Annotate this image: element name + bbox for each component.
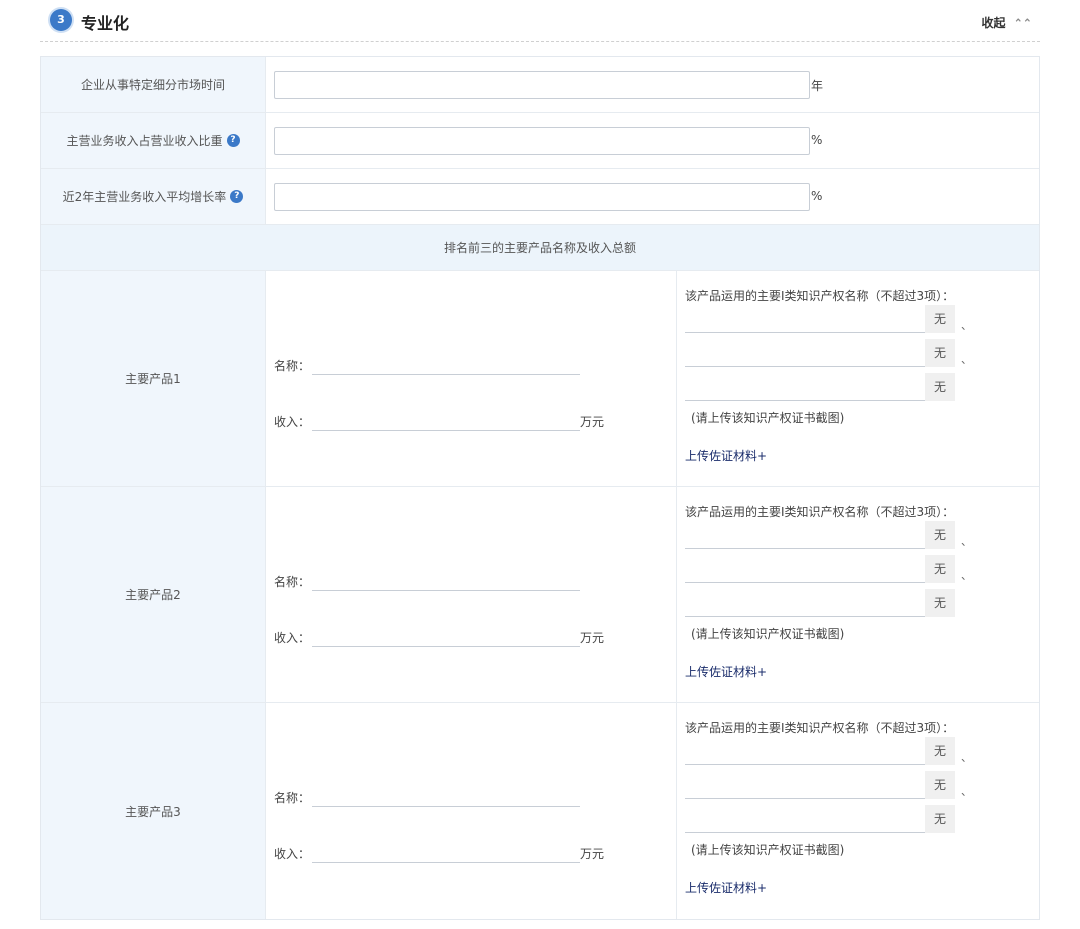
growth-rate-unit: % bbox=[811, 189, 823, 203]
main-revenue-ratio-unit: % bbox=[811, 133, 823, 147]
upload-evidence-link[interactable]: 上传佐证材料+ bbox=[685, 663, 767, 680]
upload-evidence-link[interactable]: 上传佐证材料+ bbox=[685, 447, 767, 464]
growth-rate-input[interactable] bbox=[274, 183, 810, 211]
products-heading: 排名前三的主要产品名称及收入总额 bbox=[443, 241, 636, 255]
product-name-input[interactable] bbox=[312, 573, 580, 591]
market-time-input[interactable] bbox=[274, 71, 810, 99]
product-revenue-input[interactable] bbox=[312, 845, 580, 863]
product-revenue-input[interactable] bbox=[312, 413, 580, 431]
product-row-1: 主要产品1 名称： 收入： 万元 该产品运用的主要I类知识产权名称（不超过3项）… bbox=[41, 271, 1039, 487]
product-name-label: 名称： bbox=[274, 575, 311, 589]
ip-separator: 、 bbox=[961, 319, 972, 332]
product-label: 主要产品2 bbox=[125, 588, 181, 602]
ip-upload-hint: (请上传该知识产权证书截图) bbox=[691, 843, 845, 857]
market-time-unit: 年 bbox=[811, 79, 824, 93]
product-name-label: 名称： bbox=[274, 359, 311, 373]
product-revenue-unit: 万元 bbox=[580, 415, 605, 429]
chevron-double-up-icon: ⌃⌃ bbox=[1013, 16, 1032, 31]
field-label-growth-rate: 近2年主营业务收入平均增长率 bbox=[62, 190, 227, 204]
none-button[interactable]: 无 bbox=[925, 737, 955, 765]
field-label-cell: 主营业务收入占营业收入比重 ? bbox=[41, 113, 266, 168]
product-name-input[interactable] bbox=[312, 789, 580, 807]
ip-title: 该产品运用的主要I类知识产权名称（不超过3项）： bbox=[685, 721, 955, 735]
products-heading-row: 排名前三的主要产品名称及收入总额 bbox=[41, 225, 1039, 271]
ip-upload-hint: (请上传该知识产权证书截图) bbox=[691, 411, 845, 425]
ip-name-input[interactable]: 无 、 bbox=[685, 555, 972, 583]
field-label-cell: 近2年主营业务收入平均增长率 ? bbox=[41, 169, 266, 224]
field-row-market-time: 企业从事特定细分市场时间 年 bbox=[41, 57, 1039, 113]
product-revenue-input[interactable] bbox=[312, 629, 580, 647]
product-revenue-unit: 万元 bbox=[580, 631, 605, 645]
product-name-input[interactable] bbox=[312, 357, 580, 375]
collapse-button[interactable]: 收起 ⌃⌃ bbox=[982, 14, 1032, 31]
product-revenue-label: 收入： bbox=[274, 847, 311, 861]
none-button[interactable]: 无 bbox=[925, 805, 955, 833]
product-ip-cell: 该产品运用的主要I类知识产权名称（不超过3项）： 无 、 无 、 无 (请上传该… bbox=[677, 487, 1039, 702]
field-input-cell: % bbox=[266, 169, 1039, 224]
field-label-market-time: 企业从事特定细分市场时间 bbox=[80, 78, 225, 92]
ip-name-input[interactable]: 无 、 bbox=[685, 305, 972, 333]
specialization-form-table: 企业从事特定细分市场时间 年 主营业务收入占营业收入比重 ? % 近2年主营业务… bbox=[40, 56, 1040, 920]
main-revenue-ratio-input[interactable] bbox=[274, 127, 810, 155]
ip-name-input[interactable]: 无 bbox=[685, 373, 955, 401]
none-button[interactable]: 无 bbox=[925, 339, 955, 367]
ip-separator: 、 bbox=[961, 785, 972, 798]
ip-separator: 、 bbox=[961, 353, 972, 366]
field-label-cell: 企业从事特定细分市场时间 bbox=[41, 57, 266, 112]
product-label-cell: 主要产品3 bbox=[41, 703, 266, 919]
none-button[interactable]: 无 bbox=[925, 305, 955, 333]
product-revenue-label: 收入： bbox=[274, 415, 311, 429]
ip-separator: 、 bbox=[961, 751, 972, 764]
none-button[interactable]: 无 bbox=[925, 373, 955, 401]
ip-name-input[interactable]: 无 、 bbox=[685, 737, 972, 765]
ip-upload-hint: (请上传该知识产权证书截图) bbox=[691, 627, 845, 641]
product-revenue-label: 收入： bbox=[274, 631, 311, 645]
ip-name-input[interactable]: 无 bbox=[685, 589, 955, 617]
field-input-cell: % bbox=[266, 113, 1039, 168]
product-fields-cell: 名称： 收入： 万元 bbox=[266, 271, 677, 486]
ip-name-input[interactable]: 无 、 bbox=[685, 771, 972, 799]
product-label: 主要产品3 bbox=[125, 804, 181, 819]
product-ip-cell: 该产品运用的主要I类知识产权名称（不超过3项）： 无 、 无 、 无 (请上传该… bbox=[677, 271, 1039, 486]
product-revenue-unit: 万元 bbox=[580, 847, 605, 861]
ip-name-input[interactable]: 无 bbox=[685, 805, 955, 833]
product-row-3: 主要产品3 名称： 收入： 万元 该产品运用的主要I类知识产权名称（不超过3项）… bbox=[41, 703, 1039, 919]
section-header: 3 专业化 收起 ⌃⌃ bbox=[40, 0, 1040, 42]
none-button[interactable]: 无 bbox=[925, 521, 955, 549]
none-button[interactable]: 无 bbox=[925, 771, 955, 799]
product-row-2: 主要产品2 名称： 收入： 万元 该产品运用的主要I类知识产权名称（不超过3项）… bbox=[41, 487, 1039, 703]
ip-separator: 、 bbox=[961, 569, 972, 582]
field-label-main-revenue-ratio: 主营业务收入占营业收入比重 bbox=[66, 134, 223, 148]
product-ip-cell: 该产品运用的主要I类知识产权名称（不超过3项）： 无 、 无 、 无 (请上传该… bbox=[677, 703, 1039, 919]
product-label-cell: 主要产品2 bbox=[41, 487, 266, 702]
ip-name-input[interactable]: 无 、 bbox=[685, 521, 972, 549]
product-fields-cell: 名称： 收入： 万元 bbox=[266, 487, 677, 702]
none-button[interactable]: 无 bbox=[925, 555, 955, 583]
product-fields-cell: 名称： 收入： 万元 bbox=[266, 703, 677, 919]
field-row-main-revenue-ratio: 主营业务收入占营业收入比重 ? % bbox=[41, 113, 1039, 169]
product-label: 主要产品1 bbox=[125, 372, 181, 386]
help-icon[interactable]: ? bbox=[226, 134, 240, 147]
upload-evidence-link[interactable]: 上传佐证材料+ bbox=[685, 879, 767, 896]
product-label-cell: 主要产品1 bbox=[41, 271, 266, 486]
ip-name-input[interactable]: 无 、 bbox=[685, 339, 972, 367]
field-row-growth-rate: 近2年主营业务收入平均增长率 ? % bbox=[41, 169, 1039, 225]
ip-title: 该产品运用的主要I类知识产权名称（不超过3项）： bbox=[685, 289, 955, 303]
collapse-label: 收起 bbox=[981, 16, 1006, 30]
none-button[interactable]: 无 bbox=[925, 589, 955, 617]
step-number-badge: 3 bbox=[50, 9, 72, 31]
product-name-label: 名称： bbox=[274, 791, 311, 805]
ip-title: 该产品运用的主要I类知识产权名称（不超过3项）： bbox=[685, 505, 955, 519]
help-icon[interactable]: ? bbox=[230, 190, 244, 203]
field-input-cell: 年 bbox=[266, 57, 1039, 112]
section-title: 专业化 bbox=[81, 14, 130, 33]
ip-separator: 、 bbox=[961, 535, 972, 548]
